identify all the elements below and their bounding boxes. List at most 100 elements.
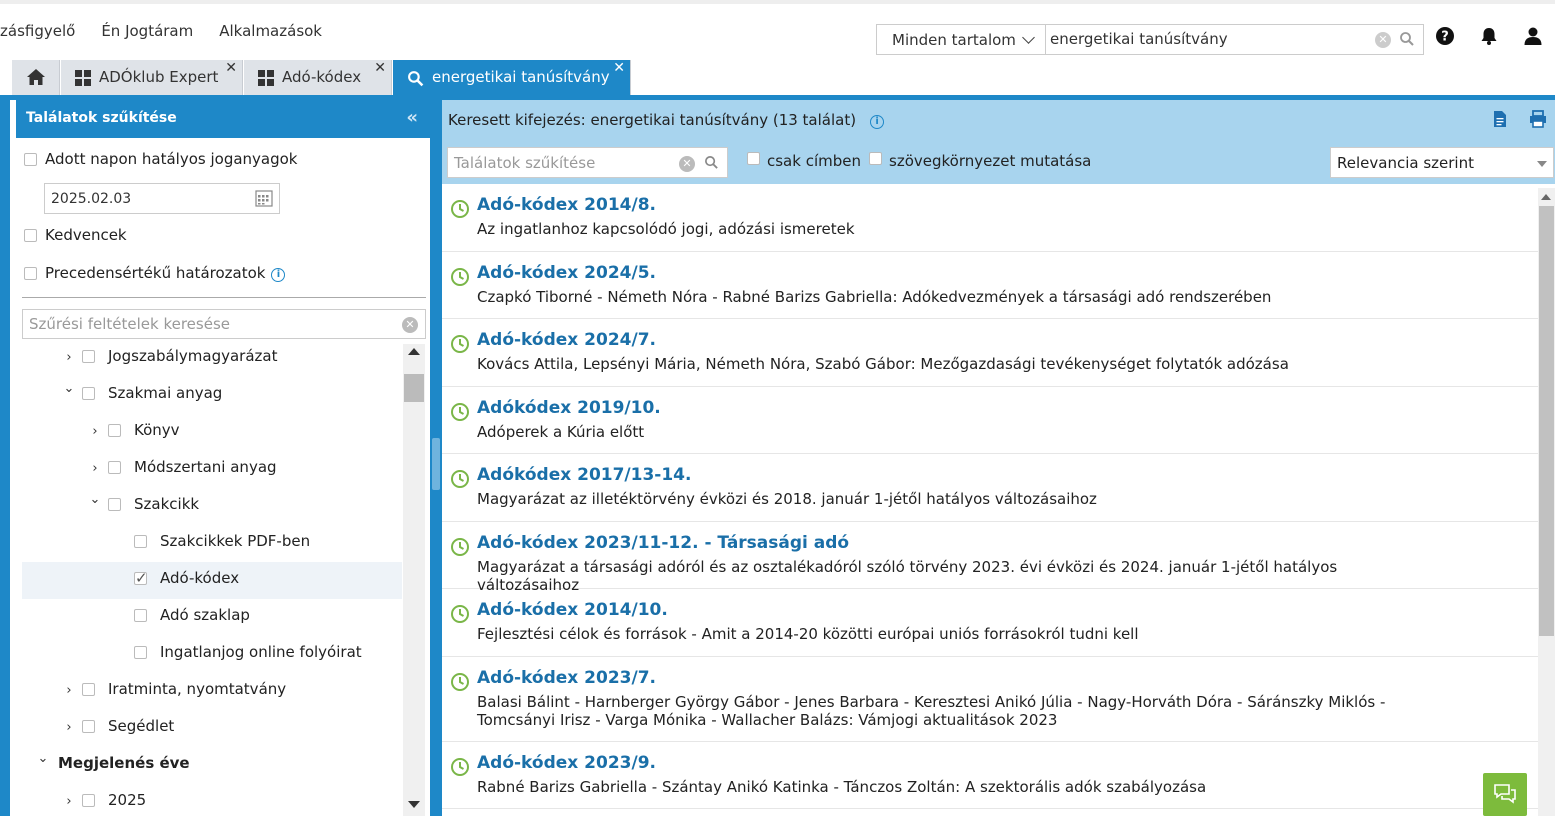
tree-node-checkbox[interactable]: [108, 498, 121, 511]
chevron-right-icon[interactable]: ›: [88, 461, 102, 476]
chevron-right-icon[interactable]: ›: [88, 424, 102, 439]
scroll-up-icon[interactable]: [1541, 194, 1551, 200]
clear-narrow-icon[interactable]: ✕: [679, 156, 695, 172]
only-titles-checkbox[interactable]: [747, 152, 760, 165]
tree-node[interactable]: Adó szaklap: [22, 599, 402, 636]
tab-adoklub-expert[interactable]: ADÓklub Expert ✕: [61, 60, 243, 95]
tree-node[interactable]: › 2025: [22, 784, 402, 816]
chevron-right-icon[interactable]: ›: [62, 794, 76, 809]
result-item[interactable]: Adó-kódex 2023/9. Rabné Barizs Gabriella …: [442, 742, 1538, 809]
close-icon[interactable]: ✕: [225, 60, 237, 76]
sort-select[interactable]: Relevancia szerint: [1330, 147, 1554, 178]
help-icon[interactable]: ?: [1435, 26, 1455, 46]
result-item[interactable]: Adó-kódex 2014/10. Fejlesztési célok és f…: [442, 589, 1538, 657]
tree-node[interactable]: › Módszertani anyag: [22, 451, 402, 488]
tree-node[interactable]: › Segédlet: [22, 710, 402, 747]
global-search-input[interactable]: energetikai tanúsítvány ✕: [1044, 24, 1424, 55]
chevron-down-icon[interactable]: ⌄: [88, 492, 102, 507]
favorites-checkbox[interactable]: [24, 229, 37, 242]
tree-node-checkbox[interactable]: [134, 646, 147, 659]
tree-node-checkbox[interactable]: [82, 683, 95, 696]
tree-node[interactable]: ⌄ Megjelenés éve: [22, 747, 402, 784]
effective-date-option[interactable]: Adott napon hatályos joganyagok: [24, 150, 298, 168]
result-item[interactable]: Adó-kódex 2024/5. Czapkó Tiborné - Németh…: [442, 252, 1538, 319]
content-scope-select[interactable]: Minden tartalom: [876, 24, 1046, 55]
info-icon[interactable]: i: [271, 268, 286, 282]
info-icon[interactable]: i: [870, 115, 885, 129]
narrow-results-input[interactable]: Találatok szűkítése ✕: [447, 147, 728, 178]
scroll-up-icon[interactable]: [408, 348, 420, 355]
search-icon[interactable]: [704, 155, 719, 170]
chevron-down-icon[interactable]: ⌄: [62, 381, 76, 396]
tab-energetikai-tanusitvany[interactable]: energetikai tanúsítvány ✕: [393, 60, 631, 95]
tab-home[interactable]: [12, 60, 60, 95]
effective-date-checkbox[interactable]: [24, 153, 37, 166]
result-title-link[interactable]: Adó-kódex 2014/8.: [477, 195, 656, 215]
precedent-option[interactable]: Precedensértékű határozatok i: [24, 264, 286, 282]
result-title-link[interactable]: Adó-kódex 2014/10.: [477, 600, 668, 620]
tree-scrollbar[interactable]: [403, 344, 425, 816]
tree-node[interactable]: › Könyv: [22, 414, 402, 451]
bell-icon[interactable]: [1479, 26, 1499, 46]
precedent-checkbox[interactable]: [24, 267, 37, 280]
nav-item-figyelo[interactable]: zásfigyelő: [0, 22, 75, 40]
tree-node[interactable]: ⌄ Szakcikk: [22, 488, 402, 525]
close-icon[interactable]: ✕: [613, 60, 625, 76]
tree-node-checkbox[interactable]: [108, 424, 121, 437]
chevron-right-icon[interactable]: ›: [62, 683, 76, 698]
tree-node[interactable]: Ingatlanjog online folyóirat: [22, 636, 402, 673]
tab-ado-kodex[interactable]: Adó-kódex ✕: [244, 60, 392, 95]
tree-node-checkbox[interactable]: [82, 387, 95, 400]
result-item[interactable]: Adó-kódex 2024/7. Kovács Attila, Lepsényi…: [442, 319, 1538, 387]
result-title-link[interactable]: Adó-kódex 2023/7.: [477, 668, 656, 688]
clear-search-icon[interactable]: ✕: [1375, 32, 1391, 48]
chevron-right-icon[interactable]: ›: [62, 720, 76, 735]
result-item[interactable]: Adókódex 2019/10. Adóperek a Kúria előtt: [442, 387, 1538, 454]
show-context-checkbox[interactable]: [869, 152, 882, 165]
nav-item-alkalmazasok[interactable]: Alkalmazások: [219, 22, 322, 40]
panel-splitter[interactable]: [430, 100, 442, 816]
tree-node[interactable]: › Jogszabálymagyarázat: [22, 340, 402, 377]
tree-node-checkbox[interactable]: [134, 569, 148, 587]
date-input[interactable]: 2025.02.03: [44, 183, 280, 214]
scroll-thumb[interactable]: [1539, 206, 1554, 636]
nav-item-en-jogtaram[interactable]: Én Jogtáram: [101, 22, 193, 40]
tree-node[interactable]: › Iratminta, nyomtatvány: [22, 673, 402, 710]
result-title-link[interactable]: Adó-kódex 2023/9.: [477, 753, 656, 773]
clear-filter-icon[interactable]: ✕: [402, 317, 418, 333]
only-titles-option[interactable]: csak címben: [747, 152, 861, 170]
search-icon[interactable]: [1399, 31, 1415, 47]
result-title-link[interactable]: Adó-kódex 2023/11-12. - Társasági adó: [477, 533, 849, 553]
tree-node-checkbox[interactable]: [108, 461, 121, 474]
tree-node[interactable]: ⌄ Szakmai anyag: [22, 377, 402, 414]
scroll-thumb[interactable]: [404, 374, 424, 402]
tree-node-checkbox[interactable]: [82, 350, 95, 363]
result-item[interactable]: Adó-kódex 2014/8. Az ingatlanhoz kapcsoló…: [442, 184, 1538, 252]
result-item[interactable]: Adó-kódex 2023/7. Balasi Bálint - Harnber…: [442, 657, 1538, 742]
tree-node-checkbox[interactable]: [82, 720, 95, 733]
user-icon[interactable]: [1523, 26, 1543, 46]
splitter-grip[interactable]: [432, 438, 440, 490]
chevron-down-icon[interactable]: ⌄: [36, 751, 50, 766]
scroll-down-icon[interactable]: [408, 801, 420, 808]
tree-node[interactable]: Szakcikkek PDF-ben: [22, 525, 402, 562]
show-context-option[interactable]: szövegkörnyezet mutatása: [869, 152, 1091, 170]
tree-node[interactable]: Adó-kódex: [22, 562, 402, 599]
tree-node-checkbox[interactable]: [82, 794, 95, 807]
result-title-link[interactable]: Adókódex 2017/13-14.: [477, 465, 691, 485]
results-scrollbar[interactable]: [1538, 188, 1555, 816]
filter-search-input[interactable]: Szűrési feltételek keresése ✕: [22, 309, 426, 339]
tree-node-checkbox[interactable]: [134, 609, 147, 622]
collapse-panel-icon[interactable]: «: [406, 107, 418, 128]
favorites-option[interactable]: Kedvencek: [24, 226, 127, 244]
document-icon[interactable]: [1493, 110, 1507, 128]
result-title-link[interactable]: Adókódex 2019/10.: [477, 398, 661, 418]
calendar-icon[interactable]: [255, 189, 273, 207]
print-icon[interactable]: [1529, 110, 1547, 128]
result-item[interactable]: Adó-kódex 2023/11-12. - Társasági adó Mag…: [442, 522, 1538, 594]
result-item[interactable]: Adókódex 2017/13-14. Magyarázat az illeté…: [442, 454, 1538, 522]
close-icon[interactable]: ✕: [374, 60, 386, 76]
tree-node-checkbox[interactable]: [134, 535, 147, 548]
result-title-link[interactable]: Adó-kódex 2024/5.: [477, 263, 656, 283]
chevron-right-icon[interactable]: ›: [62, 350, 76, 365]
